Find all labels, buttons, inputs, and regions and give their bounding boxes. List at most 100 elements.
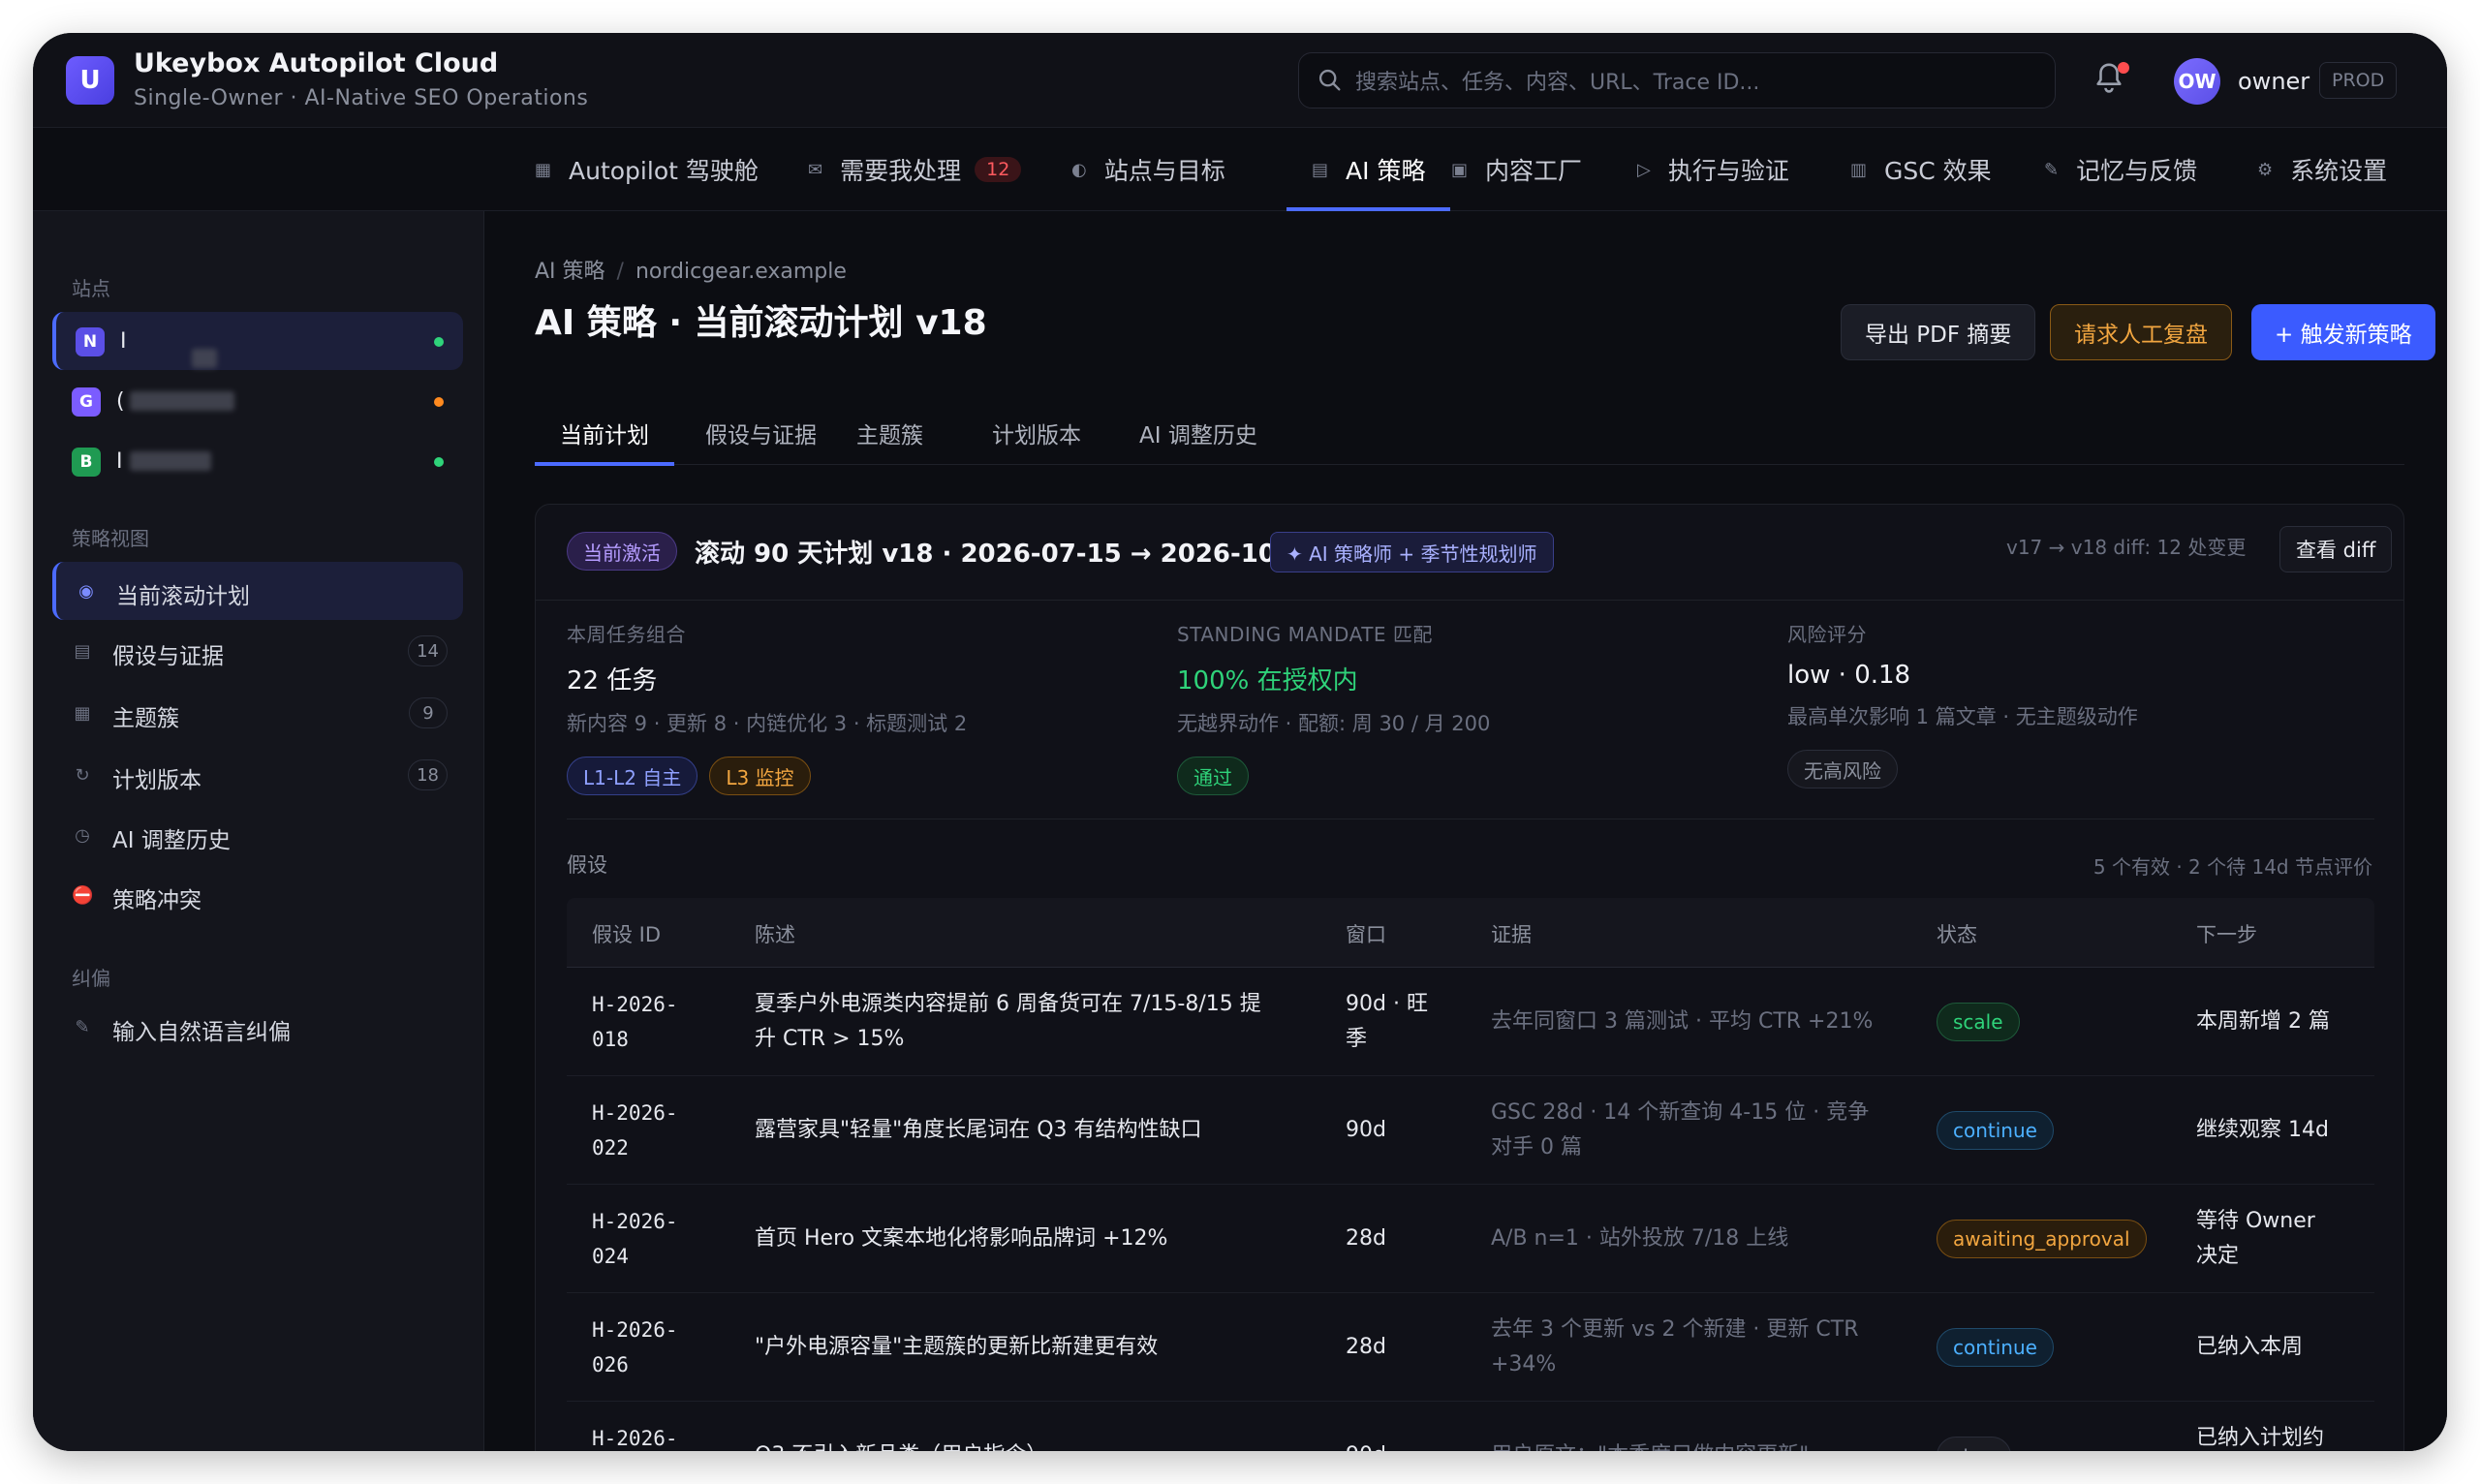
dashboard-icon: ▦ — [535, 159, 552, 180]
sidebar-item-hypotheses[interactable]: ▤ 假设与证据 14 — [52, 622, 463, 680]
hypothesis-window: 28d — [1346, 1330, 1462, 1365]
hypothesis-next-step-line: 本周新增 2 篇 — [2196, 1009, 2330, 1034]
divider — [536, 600, 2403, 601]
hypothesis-next-step-line: 等待 Owner — [2196, 1209, 2315, 1233]
hypothesis-statement-line: Q3 不引入新品类（用户指令） — [755, 1438, 1317, 1451]
hypothesis-id-line: 022 — [592, 1136, 629, 1159]
search-placeholder: 搜索站点、任务、内容、URL、Trace ID... — [1355, 71, 1760, 95]
hypothesis-evidence-line: 对手 0 篇 — [1491, 1135, 1582, 1159]
hypothesis-evidence: A/B n=1 · 站外投放 7/18 上线 — [1491, 1221, 1907, 1256]
sidebar-item-current-plan[interactable]: ◉ 当前滚动计划 — [52, 562, 463, 620]
nav-label: AI 策略 — [1346, 157, 1426, 185]
hypothesis-evidence-line: A/B n=1 · 站外投放 7/18 上线 — [1491, 1226, 1789, 1251]
sidebar-item-topic-clusters[interactable]: ▦ 主题簇 9 — [52, 684, 463, 742]
hypothesis-id-line: H-2026- — [592, 993, 678, 1016]
hypothesis-id-line: H-2026- — [592, 1210, 678, 1233]
search-input[interactable]: 搜索站点、任务、内容、URL、Trace ID... — [1298, 52, 2056, 108]
breadcrumb: AI 策略 / nordicgear.example — [535, 254, 847, 285]
tab-current-plan[interactable]: 当前计划 — [535, 401, 674, 466]
export-pdf-button[interactable]: 导出 PDF 摘要 — [1841, 304, 2036, 360]
hypothesis-window-line: 28d — [1346, 1335, 1386, 1359]
avatar[interactable]: OW — [2174, 58, 2220, 105]
hypothesis-statement: 首页 Hero 文案本地化将影响品牌词 +12% — [755, 1221, 1317, 1256]
diff-summary: v17 → v18 diff: 12 处变更 — [2006, 536, 2247, 559]
hypothesis-statement-line: 首页 Hero 文案本地化将影响品牌词 +12% — [755, 1226, 1168, 1251]
nav-gsc[interactable]: ▥ GSC 效果 — [1850, 128, 1992, 211]
hypothesis-window: 90d — [1346, 1438, 1462, 1451]
site-name: I — [116, 449, 123, 474]
tab-ai-history[interactable]: AI 调整历史 — [1114, 401, 1283, 465]
column-header: 假设 ID — [592, 923, 662, 946]
tab-hypotheses[interactable]: 假设与证据 — [680, 401, 842, 465]
pencil-icon: ✎ — [75, 1017, 90, 1037]
hypothesis-next-step-line: 继续观察 14d — [2196, 1118, 2329, 1142]
column-header: 下一步 — [2196, 923, 2257, 946]
column-header: 陈述 — [755, 923, 795, 946]
table-row[interactable]: H-2026- 024 首页 Hero 文案本地化将影响品牌词 +12% 28d A/B… — [567, 1185, 2374, 1293]
nav-sites[interactable]: ◐ 站点与目标 — [1071, 128, 1225, 211]
top-bar: U Ukeybox Autopilot Cloud Single-Owner ·… — [33, 33, 2447, 128]
tab-topic-clusters[interactable]: 主题簇 — [831, 401, 948, 465]
sites-section-label: 站点 — [72, 277, 110, 300]
nav-autopilot[interactable]: ▦ Autopilot 驾驶舱 — [535, 128, 759, 211]
sidebar-item-label: 当前滚动计划 — [116, 584, 250, 609]
table-row[interactable]: H-2026- 022 露营家具"轻量"角度长尾词在 Q3 有结构性缺口 90d GSC… — [567, 1076, 2374, 1185]
sidebar-item-label: AI 调整历史 — [112, 828, 231, 853]
site-status-dot — [434, 457, 444, 467]
main-nav: ▦ Autopilot 驾驶舱 ✉ 需要我处理 12 ◐ 站点与目标 ▤ AI 策略 ▣ 内… — [33, 128, 2447, 211]
search-icon — [1318, 69, 1341, 91]
request-review-button[interactable]: 请求人工复盘 — [2050, 304, 2232, 360]
user-name[interactable]: owner — [2238, 68, 2310, 95]
table-body: H-2026- 018 夏季户外电源类内容提前 6 周备货可在 7/15-8/15 … — [567, 968, 2374, 1451]
nav-ai-strategy[interactable]: ▤ AI 策略 — [1286, 128, 1451, 211]
tab-plan-versions[interactable]: 计划版本 — [967, 401, 1106, 465]
nav-inbox[interactable]: ✉ 需要我处理 12 — [808, 128, 1022, 211]
sidebar-site-3[interactable]: B I — [52, 432, 463, 490]
sidebar-item-conflicts[interactable]: ⛔ 策略冲突 — [52, 866, 463, 924]
table-row[interactable]: H-2026- 018 夏季户外电源类内容提前 6 周备货可在 7/15-8/15 … — [567, 968, 2374, 1076]
nav-settings[interactable]: ⚙ 系统设置 — [2257, 128, 2387, 211]
stat-risk: 风险评分 low · 0.18 最高单次影响 1 篇文章 · 无主题级动作 无高… — [1787, 619, 2369, 788]
sidebar-site-2[interactable]: G ( — [52, 372, 463, 430]
table-row[interactable]: H-2026-031 Q3 不引入新品类（用户指令） 90d 用户原文："本季度只做内… — [567, 1402, 2374, 1451]
view-diff-button[interactable]: 查看 diff — [2279, 526, 2393, 572]
nav-label: GSC 效果 — [1884, 157, 1992, 185]
status-badge: stop — [1937, 1437, 2012, 1451]
hypothesis-id-line: 024 — [592, 1245, 629, 1268]
hypothesis-next-step-line: 已纳入本周 — [2196, 1335, 2304, 1359]
sidebar-item-plan-versions[interactable]: ↻ 计划版本 18 — [52, 746, 463, 804]
hypothesis-statement: Q3 不引入新品类（用户指令） — [755, 1438, 1317, 1451]
nav-label: 系统设置 — [2290, 157, 2388, 185]
gear-icon: ⚙ — [2257, 159, 2274, 180]
sidebar-item-label: 计划版本 — [112, 768, 202, 793]
table-row[interactable]: H-2026- 026 "户外电源容量"主题簇的更新比新建更有效 28d 去年 3 个更… — [567, 1293, 2374, 1402]
env-badge: PROD — [2319, 62, 2398, 99]
sidebar-site-1[interactable]: N I — [52, 312, 463, 370]
hypothesis-id: H-2026- 026 — [592, 1313, 747, 1382]
redacted-text — [192, 349, 217, 368]
nav-content-factory[interactable]: ▣ 内容工厂 — [1451, 128, 1582, 211]
nav-label: 需要我处理 — [840, 157, 962, 185]
redacted-text — [130, 391, 234, 411]
sidebar-item-label: 输入自然语言纠偏 — [112, 1020, 291, 1045]
nav-memory[interactable]: ✎ 记忆与反馈 — [2044, 128, 2197, 211]
sidebar-item-correction[interactable]: ✎ 输入自然语言纠偏 — [52, 998, 463, 1056]
radio-icon: ◉ — [78, 581, 94, 602]
hypothesis-window: 90d · 旺季 — [1346, 987, 1462, 1057]
redacted-text — [130, 451, 211, 471]
hypothesis-evidence-line: +34% — [1491, 1352, 1557, 1376]
hypotheses-label: 假设 — [567, 853, 607, 877]
sidebar-item-ai-history[interactable]: ◷ AI 调整历史 — [52, 806, 463, 864]
trigger-strategy-button[interactable]: + 触发新策略 — [2251, 304, 2435, 360]
ai-agent-badge: ✦ AI 策略师 + 季节性规划师 — [1270, 532, 1554, 572]
breadcrumb-item[interactable]: nordicgear.example — [636, 260, 847, 284]
plan-card: 当前激活 滚动 90 天计划 v18 · 2026-07-15 → 2026-1… — [535, 504, 2404, 1451]
pencil-icon: ✎ — [2044, 159, 2060, 180]
app-window: U Ukeybox Autopilot Cloud Single-Owner ·… — [33, 33, 2447, 1451]
column-header: 窗口 — [1346, 923, 1386, 946]
site-name: I — [120, 329, 127, 354]
hypotheses-summary: 5 个有效 · 2 个待 14d 节点评价 — [2092, 855, 2372, 879]
nav-execution[interactable]: ▷ 执行与验证 — [1637, 128, 1789, 211]
breadcrumb-item[interactable]: AI 策略 — [535, 260, 605, 284]
hypothesis-evidence: 用户原文："本季度只做内容更新" — [1491, 1438, 1907, 1451]
